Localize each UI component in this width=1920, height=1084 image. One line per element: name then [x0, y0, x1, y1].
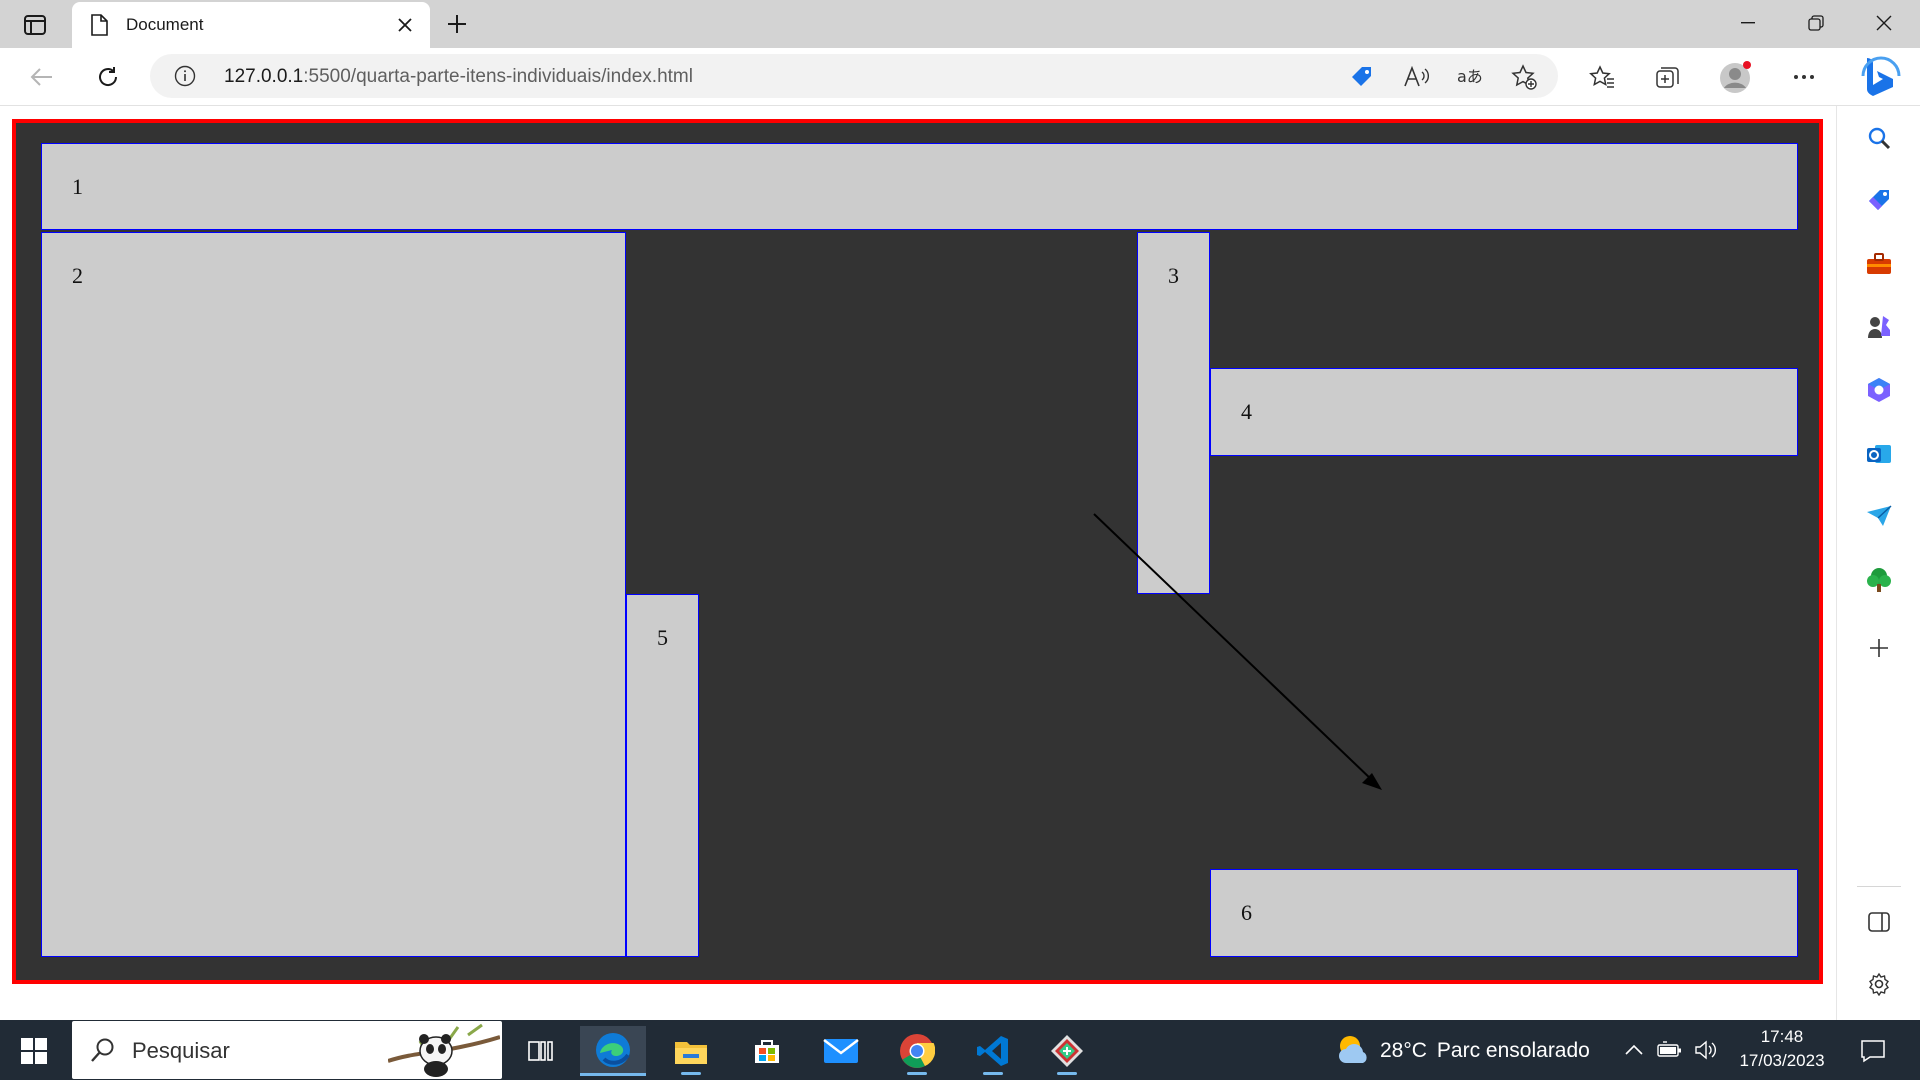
split-screen-icon[interactable]	[1861, 904, 1897, 940]
clock-time: 17:48	[1760, 1027, 1804, 1046]
notifications-icon[interactable]	[1856, 1034, 1890, 1068]
tab-actions-icon[interactable]	[18, 12, 52, 38]
volume-icon[interactable]	[1692, 1036, 1720, 1064]
minimize-button[interactable]	[1714, 0, 1782, 46]
grid-item-4: 4	[1210, 368, 1798, 456]
tab-document[interactable]: Document	[72, 2, 430, 48]
panda-illustration-icon	[387, 1021, 501, 1084]
settings-icon[interactable]	[1861, 966, 1897, 1002]
page-viewport: 1 2 3 4 5 6	[0, 107, 1836, 1020]
read-aloud-icon[interactable]	[1402, 63, 1430, 91]
search-placeholder: Pesquisar	[132, 1038, 230, 1063]
more-options-icon[interactable]	[1786, 59, 1822, 95]
url-text[interactable]: 127.0.0.1:5500/quarta-parte-itens-indivi…	[224, 66, 693, 88]
weather-widget[interactable]: 28°C Parc ensolarado	[1336, 1032, 1590, 1070]
taskbar-search-box[interactable]: Pesquisar	[72, 1021, 502, 1079]
add-favorite-icon[interactable]	[1510, 63, 1538, 91]
info-icon[interactable]	[174, 65, 196, 92]
tab-bar: Document	[0, 0, 1920, 48]
task-view-icon[interactable]	[508, 1026, 574, 1076]
edge-sidebar	[1836, 106, 1920, 1020]
back-button[interactable]	[24, 59, 60, 95]
bing-copilot-icon[interactable]	[1856, 52, 1906, 102]
address-bar[interactable]: 127.0.0.1:5500/quarta-parte-itens-indivi…	[150, 54, 1558, 98]
favorites-icon[interactable]	[1584, 59, 1620, 95]
clock-date: 17/03/2023	[1739, 1051, 1825, 1070]
shopping-tag-icon[interactable]	[1348, 63, 1376, 91]
grid-item-2: 2	[41, 232, 626, 957]
search-icon	[90, 1037, 116, 1068]
mail-icon[interactable]	[808, 1026, 874, 1076]
weather-partly-sunny-icon	[1336, 1033, 1370, 1070]
grid-item-6: 6	[1210, 869, 1798, 957]
battery-icon[interactable]	[1656, 1036, 1684, 1064]
add-icon[interactable]	[1861, 630, 1897, 666]
restore-button[interactable]	[1782, 0, 1850, 46]
sidebar-divider	[1857, 886, 1901, 887]
grid-item-5: 5	[626, 594, 699, 957]
vscode-icon[interactable]	[960, 1026, 1026, 1076]
send-icon[interactable]	[1861, 498, 1897, 534]
chrome-icon[interactable]	[884, 1026, 950, 1076]
collections-icon[interactable]	[1650, 59, 1686, 95]
search-icon[interactable]	[1861, 120, 1897, 156]
outlook-icon[interactable]	[1861, 436, 1897, 472]
shopping-tag-icon[interactable]	[1861, 182, 1897, 218]
games-icon[interactable]	[1861, 308, 1897, 344]
office-icon[interactable]	[1861, 372, 1897, 408]
windows-taskbar: Pesquisar 28°C Parc ensolarado 17:48 17/…	[0, 1020, 1920, 1080]
file-explorer-icon[interactable]	[658, 1026, 724, 1076]
new-tab-button[interactable]	[440, 8, 474, 40]
windows-start-icon[interactable]	[14, 1034, 54, 1068]
tab-title: Document	[126, 15, 204, 34]
weather-condition: Parc ensolarado	[1436, 1039, 1590, 1062]
grid-container: 1 2 3 4 5 6	[12, 119, 1823, 984]
microsoft-store-icon[interactable]	[734, 1026, 800, 1076]
document-icon	[90, 14, 108, 41]
edge-taskbar-icon[interactable]	[580, 1026, 646, 1076]
svg-text:aあ: aあ	[1457, 67, 1483, 86]
profile-avatar[interactable]	[1718, 59, 1754, 95]
tree-icon[interactable]	[1861, 562, 1897, 598]
refresh-button[interactable]	[90, 59, 126, 95]
close-icon[interactable]	[392, 12, 418, 38]
weather-temperature: 28°C	[1380, 1039, 1427, 1062]
git-app-icon[interactable]	[1034, 1026, 1100, 1076]
close-window-button[interactable]	[1850, 0, 1918, 46]
address-toolbar: 127.0.0.1:5500/quarta-parte-itens-indivi…	[0, 48, 1920, 106]
chevron-up-icon[interactable]	[1620, 1036, 1648, 1064]
grid-item-1: 1	[41, 143, 1798, 230]
toolbox-icon[interactable]	[1861, 246, 1897, 282]
grid-item-3: 3	[1137, 232, 1210, 594]
translate-icon[interactable]: aあ	[1456, 63, 1484, 91]
system-clock[interactable]: 17:48 17/03/2023	[1734, 1025, 1830, 1073]
